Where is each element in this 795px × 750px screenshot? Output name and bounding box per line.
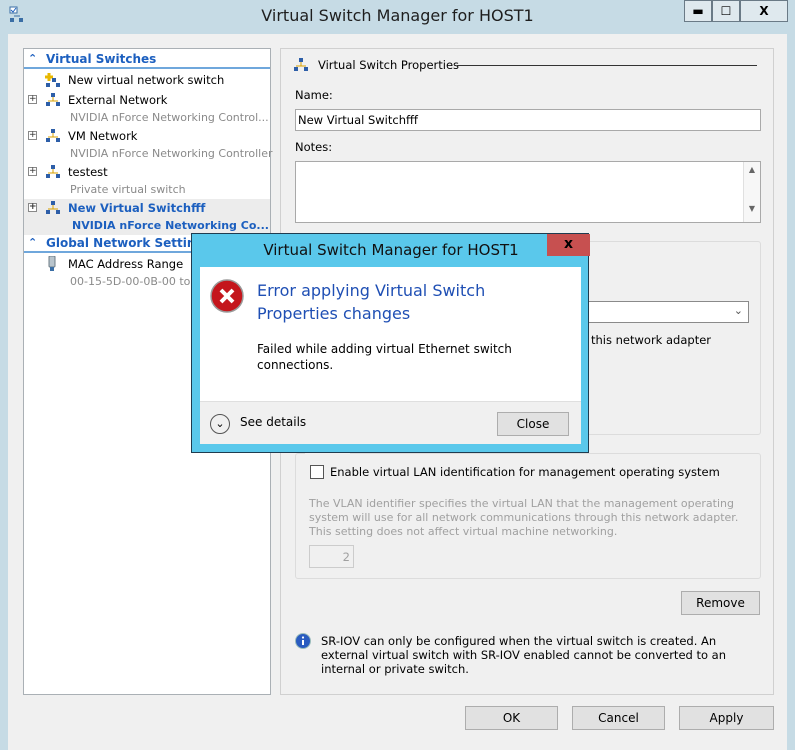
error-icon [210,279,244,313]
dialog-footer: ⌄ See details Close [200,401,581,444]
error-heading: Error applying Virtual Switch Properties… [257,281,486,323]
adapter-text: this network adapter [591,333,712,347]
item-label: External Network [68,93,168,107]
sriov-info-text: SR-IOV can only be configured when the v… [321,634,727,676]
error-dialog: Virtual Switch Manager for HOST1 x Error… [191,233,590,453]
expand-icon[interactable]: + [28,167,37,176]
notes-label: Notes: [295,140,333,154]
network-switch-icon [46,129,60,142]
section-divider [457,65,757,66]
notes-textarea[interactable]: ▲ ▼ [295,161,761,223]
item-sublabel: NVIDIA nForce Networking Control... [70,111,269,124]
close-button[interactable]: X [740,0,788,22]
section-label: Virtual Switches [46,52,157,66]
maximize-button[interactable]: ☐ [712,0,740,22]
section-title: Virtual Switch Properties [318,58,460,72]
tree-item-testest[interactable]: + testest Private virtual switch [24,163,270,199]
collapse-icon[interactable]: ⌃ [28,235,37,251]
item-sublabel: Private virtual switch [70,183,186,196]
item-label: MAC Address Range [68,257,184,271]
dialog-title: Virtual Switch Manager for HOST1 [263,241,519,259]
remove-button[interactable]: Remove [681,591,760,615]
section-virtual-switches[interactable]: ⌃ Virtual Switches [24,51,270,69]
add-switch-icon [45,73,60,87]
item-label: VM Network [68,129,138,143]
vlan-id-input[interactable]: 2 [309,545,354,568]
ok-button[interactable]: OK [465,706,558,730]
network-switch-icon [46,165,60,178]
error-message: Failed while adding virtual Ethernet swi… [257,342,512,372]
item-label: testest [68,165,108,179]
vlan-checkbox-label: Enable virtual LAN identification for ma… [330,465,720,479]
network-switch-icon [294,58,308,71]
name-label: Name: [295,88,333,102]
notes-scrollbar[interactable]: ▲ ▼ [743,162,760,222]
dialog-close-button[interactable]: x [547,234,590,256]
item-sublabel: NVIDIA nForce Networking Co... [72,219,269,232]
cancel-button[interactable]: Cancel [572,706,665,730]
expand-icon[interactable]: + [28,203,37,212]
dialog-body: Error applying Virtual Switch Properties… [200,267,581,401]
vlan-checkbox[interactable] [310,465,324,479]
expand-icon[interactable]: + [28,95,37,104]
collapse-icon[interactable]: ⌃ [28,51,37,67]
mac-address-icon [48,256,56,271]
item-label: New virtual network switch [68,73,225,87]
vlan-description: The VLAN identifier specifies the virtua… [309,497,739,538]
tree-item-new-switch[interactable]: New virtual network switch [24,71,270,89]
expand-icon[interactable]: + [28,131,37,140]
item-label: New Virtual Switchfff [68,201,206,215]
chevron-down-icon: ⌄ [733,304,743,317]
section-label: Global Network Settings [46,236,212,250]
tree-item-vm-network[interactable]: + VM Network NVIDIA nForce Networking Co… [24,127,273,163]
network-switch-icon [46,93,60,106]
window-title: Virtual Switch Manager for HOST1 [261,6,534,25]
tree-item-new-virtual-switchfff[interactable]: + New Virtual Switchfff NVIDIA nForce Ne… [24,199,270,235]
see-details-link[interactable]: See details [240,415,306,429]
title-bar: Virtual Switch Manager for HOST1 ▬ ☐ X [0,0,795,34]
expand-details-icon[interactable]: ⌄ [210,414,230,434]
adapter-dropdown[interactable]: ⌄ [579,301,749,323]
info-icon [295,633,311,649]
network-switch-icon [46,201,60,214]
dialog-close-action-button[interactable]: Close [497,412,569,436]
name-input[interactable]: New Virtual Switchfff [295,109,761,131]
item-sublabel: NVIDIA nForce Networking Controller [70,147,273,160]
apply-button[interactable]: Apply [679,706,774,730]
minimize-button[interactable]: ▬ [684,0,712,22]
tree-item-external-network[interactable]: + External Network NVIDIA nForce Network… [24,91,270,127]
